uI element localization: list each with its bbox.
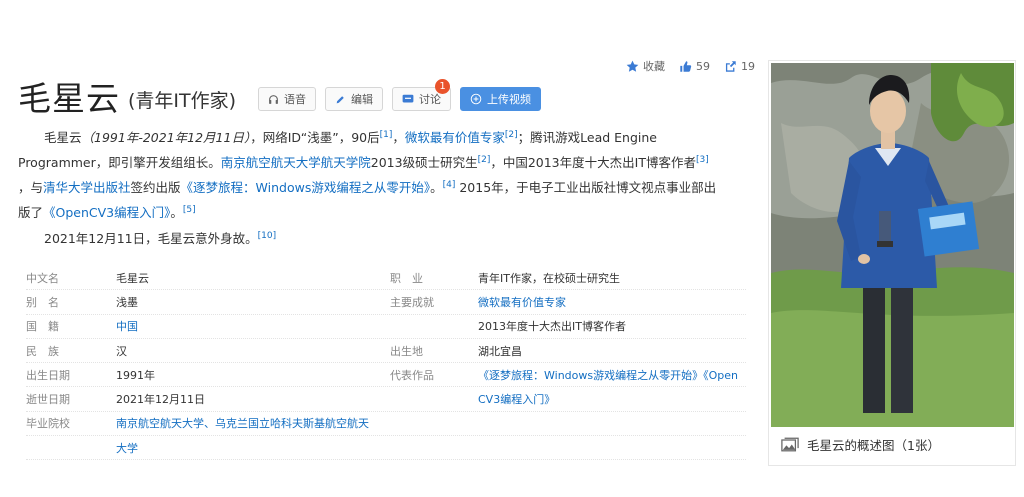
voice-button[interactable]: 语音 — [258, 87, 317, 111]
page-subtitle: (青年IT作家) — [128, 89, 237, 112]
info-value: 湖北宜昌 — [478, 344, 522, 358]
info-row: 中文名 毛星云 职 业 青年IT作家，在校硕士研究生 — [26, 266, 746, 291]
plus-circle-icon — [470, 93, 482, 105]
info-key: 毕业院校 — [26, 417, 70, 431]
info-key: 职 业 — [390, 271, 423, 285]
page-title: 毛星云 — [18, 79, 120, 118]
link-school[interactable]: 南京航空航天大学航天学院 — [221, 155, 371, 170]
summary-text: 版了 — [18, 205, 44, 220]
info-row: 别 名 浅墨 主要成就 微软最有价值专家 — [26, 290, 746, 315]
edit-label: 编辑 — [351, 93, 374, 106]
info-link-university-cont[interactable]: 大学 — [116, 442, 138, 455]
summary-text: 2013级硕士研究生 — [370, 155, 478, 170]
link-mvp[interactable]: 微软最有价值专家 — [405, 130, 505, 145]
voice-label: 语音 — [284, 93, 307, 106]
ref-link[interactable]: [5] — [183, 205, 196, 215]
info-key: 代表作品 — [390, 368, 434, 382]
info-row: 出生日期 1991年 代表作品 《逐梦旅程：Windows游戏编程之从零开始》《… — [26, 363, 746, 388]
link-opencv-book[interactable]: 《OpenCV3编程入门》 — [43, 205, 170, 220]
ref-link[interactable]: [1] — [380, 130, 393, 140]
info-row: 国 籍 中国 2013年度十大杰出IT博客作者 — [26, 315, 746, 339]
discuss-count-badge: 1 — [435, 79, 451, 94]
title-row: 毛星云 (青年IT作家) 语音 编辑 讨论 上传视频 1 — [18, 72, 542, 120]
ref-link[interactable]: [10] — [258, 231, 276, 241]
summary-line-2: Programmer，即引擎开发组组长。南京航空航天大学航天学院2013级硕士研… — [18, 149, 746, 174]
photo-caption-link[interactable]: 毛星云的概述图（1张） — [781, 435, 940, 454]
summary-line-1: 毛星云（1991年-2021年12月11日），网络ID“浅墨”，90后[1]，微… — [18, 124, 746, 149]
discuss-label: 讨论 — [419, 93, 442, 106]
top-actions: 收藏 59 19 — [626, 58, 755, 74]
summary-text: ；腾讯游戏Lead Engine — [517, 130, 657, 145]
image-gallery-icon — [781, 437, 799, 452]
info-key: 主要成就 — [390, 295, 434, 309]
info-row: 毕业院校 南京航空航天大学、乌克兰国立哈科夫斯基航空航天 — [26, 412, 746, 437]
info-key: 别 名 — [26, 295, 59, 309]
basic-info-table: 中文名 毛星云 职 业 青年IT作家，在校硕士研究生 别 名 浅墨 主要成就 微… — [26, 266, 746, 461]
summary-photo-card[interactable]: 毛星云的概述图（1张） — [768, 60, 1016, 466]
info-link-mvp[interactable]: 微软最有价值专家 — [478, 296, 566, 309]
info-key: 中文名 — [26, 271, 59, 285]
ref-link[interactable]: [2] — [478, 155, 491, 165]
summary-paragraph: 毛星云（1991年-2021年12月11日），网络ID“浅墨”，90后[1]，微… — [18, 124, 746, 224]
death-text: 2021年12月11日，毛星云意外身故。 — [44, 231, 258, 246]
summary-text: 签约出版 — [130, 180, 181, 195]
collect-label: 收藏 — [643, 60, 665, 73]
info-link-works[interactable]: 《逐梦旅程：Windows游戏编程之从零开始》《Open — [478, 369, 738, 382]
summary-text: ，与 — [18, 180, 44, 195]
link-press[interactable]: 清华大学出版社 — [43, 180, 131, 195]
link-book[interactable]: 《逐梦旅程：Windows游戏编程之从零开始》 — [181, 180, 431, 195]
upload-video-label: 上传视频 — [487, 93, 532, 106]
info-key: 民 族 — [26, 344, 59, 358]
info-value: 汉 — [116, 344, 127, 358]
upload-video-button[interactable]: 上传视频 — [460, 87, 542, 111]
summary-name: 毛星云 — [44, 130, 82, 145]
summary-dates: （1991年-2021年12月11日） — [81, 130, 251, 145]
share-button[interactable]: 19 — [724, 60, 755, 73]
info-row: 民 族 汉 出生地 湖北宜昌 — [26, 339, 746, 364]
ref-link[interactable]: [4] — [443, 180, 456, 190]
info-value: 青年IT作家，在校硕士研究生 — [478, 271, 620, 285]
portrait-photo[interactable] — [771, 63, 1014, 427]
info-key: 国 籍 — [26, 320, 59, 334]
share-icon — [725, 60, 736, 72]
info-value: 1991年 — [116, 368, 155, 382]
ref-link[interactable]: [3] — [696, 155, 709, 165]
summary-line-4: 版了《OpenCV3编程入门》。[5] — [18, 199, 746, 224]
portrait-illustration — [771, 63, 1014, 427]
info-link-university[interactable]: 南京航空航天大学、乌克兰国立哈科夫斯基航空航天 — [116, 417, 369, 430]
ref-link[interactable]: [2] — [505, 130, 518, 140]
info-key: 逝世日期 — [26, 393, 70, 407]
photo-caption: 毛星云的概述图（1张） — [807, 438, 940, 453]
info-value: 2021年12月11日 — [116, 393, 205, 407]
title-toolbar: 语音 编辑 讨论 上传视频 1 — [258, 79, 542, 111]
death-notice: 2021年12月11日，毛星云意外身故。[10] — [44, 228, 276, 247]
summary-line-3: ，与清华大学出版社签约出版《逐梦旅程：Windows游戏编程之从零开始》。[4]… — [18, 174, 746, 199]
summary-text: ，中国2013年度十大杰出IT博客作者 — [490, 155, 696, 170]
info-row: 大学 — [26, 436, 746, 461]
share-count: 19 — [741, 59, 755, 73]
info-row: 逝世日期 2021年12月11日 CV3编程入门》 — [26, 387, 746, 412]
summary-text: ，网络ID“浅墨”，90后 — [250, 130, 380, 145]
summary-text: 。 — [430, 180, 443, 195]
info-value: 浅墨 — [116, 295, 138, 309]
collect-button[interactable]: 收藏 — [626, 58, 665, 74]
pencil-icon — [336, 95, 344, 103]
headphones-icon — [269, 94, 278, 104]
star-icon — [626, 60, 639, 72]
summary-text: 。 — [170, 205, 183, 220]
info-link-works-cont[interactable]: CV3编程入门》 — [478, 393, 555, 406]
info-link-country[interactable]: 中国 — [116, 320, 138, 333]
like-button[interactable]: 59 — [679, 60, 710, 73]
like-count: 59 — [696, 59, 710, 73]
summary-text: ， — [392, 130, 405, 145]
info-value: 2013年度十大杰出IT博客作者 — [478, 320, 626, 334]
edit-button[interactable]: 编辑 — [325, 87, 384, 111]
thumbs-up-icon — [680, 60, 692, 72]
info-value: 毛星云 — [116, 271, 149, 285]
info-key: 出生地 — [390, 344, 423, 358]
info-key: 出生日期 — [26, 368, 70, 382]
summary-text: Programmer，即引擎开发组组长。 — [18, 155, 221, 170]
summary-text: 2015年，于电子工业出版社博文视点事业部出 — [455, 180, 717, 195]
comment-icon — [402, 94, 414, 102]
